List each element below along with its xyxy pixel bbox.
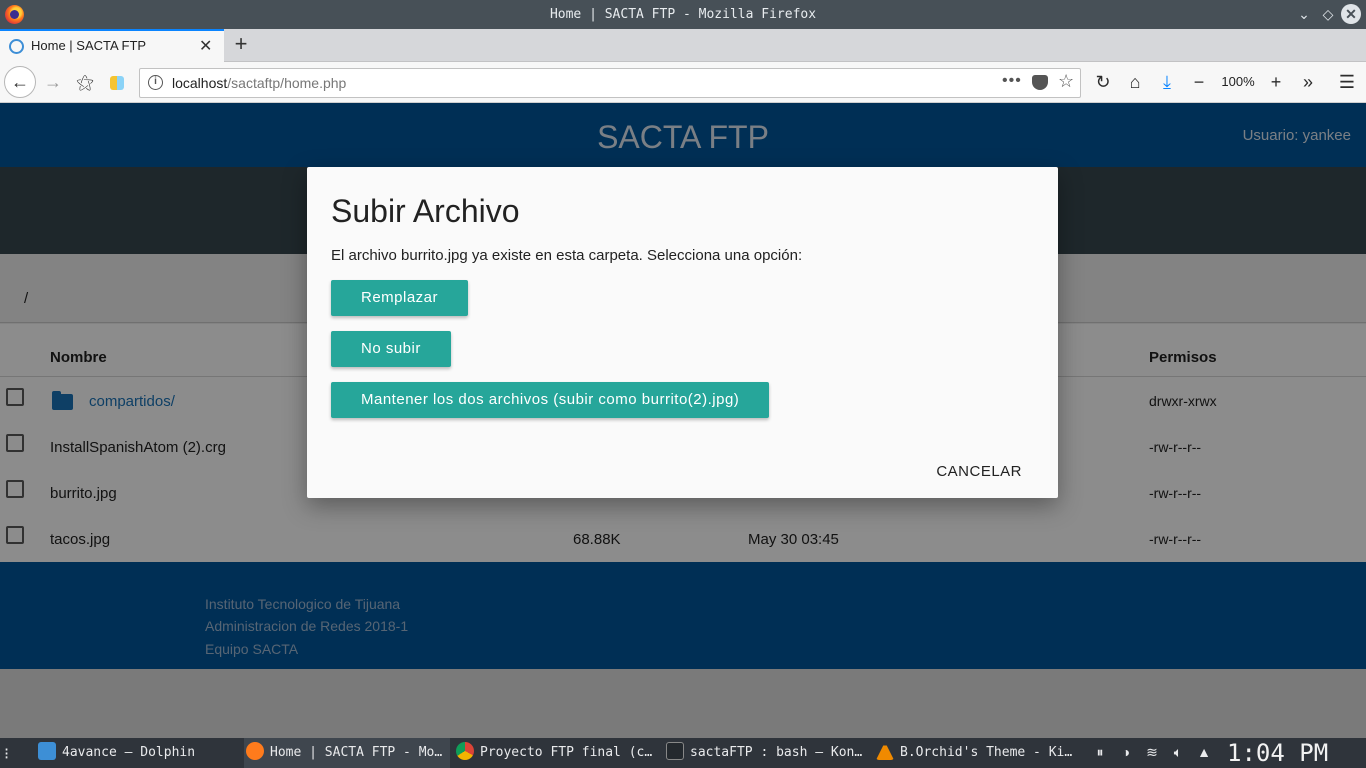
forward-button[interactable]: → (42, 71, 64, 93)
url-bar[interactable]: i localhost/sactaftp/home.php ••• ☆ (139, 68, 1081, 98)
pocket-icon[interactable] (1032, 75, 1048, 90)
dialog-message: El archivo burrito.jpg ya existe en esta… (331, 247, 803, 264)
chevron-down-icon[interactable]: ⌄ (1294, 4, 1314, 24)
star-icon[interactable]: ☆ (1058, 71, 1074, 92)
keep-both-button[interactable]: Mantener los dos archivos (subir como bu… (331, 382, 770, 418)
diamond-icon[interactable]: ◇ (1318, 4, 1338, 24)
tab-strip: Home | SACTA FTP ✕ + (0, 29, 1366, 62)
info-icon[interactable]: i (148, 75, 163, 90)
reload-icon[interactable]: ↻ (1092, 71, 1114, 93)
bookmarks-icon[interactable]: ⚝ (74, 71, 96, 93)
volume-icon[interactable]: 🔈︎ (1169, 744, 1187, 761)
zoom-in-icon[interactable]: + (1265, 71, 1287, 93)
task-chrome[interactable]: Proyecto FTP final (c… (454, 738, 660, 768)
page-actions-icon[interactable]: ••• (1002, 72, 1022, 90)
overflow-chevron-icon[interactable]: » (1297, 71, 1319, 93)
media-pause-icon[interactable]: ⏸ (1091, 744, 1109, 761)
zoom-out-icon[interactable]: − (1188, 71, 1210, 93)
app-launcher-icon[interactable]: ⁝ (4, 744, 9, 764)
page-blank-area (0, 669, 1366, 738)
tab-close-icon[interactable]: ✕ (199, 36, 212, 56)
taskbar: ⁝ 4avance — Dolphin Home | SACTA FTP - M… (0, 738, 1366, 768)
tab-title: Home | SACTA FTP (31, 38, 147, 53)
extension-icon[interactable] (106, 71, 128, 93)
window-titlebar: Home | SACTA FTP - Mozilla Firefox ⌄ ◇ ✕ (0, 0, 1366, 29)
url-text[interactable]: localhost/sactaftp/home.php (172, 75, 346, 91)
new-tab-button[interactable]: + (230, 31, 252, 57)
skip-upload-button[interactable]: No subir (331, 331, 451, 367)
close-icon[interactable]: ✕ (1341, 4, 1361, 24)
page-content: SACTA FTP Usuario: yankee / Nombre Permi… (0, 103, 1366, 707)
cancel-button[interactable]: CANCELAR (936, 463, 1022, 480)
download-icon[interactable]: ⤓ (1156, 71, 1178, 93)
clock[interactable]: 1:04 PM (1227, 738, 1328, 768)
task-firefox[interactable]: Home | SACTA FTP - Mo… (244, 738, 450, 768)
task-vlc[interactable]: B.Orchid's Theme - Ki… (874, 738, 1078, 768)
folder-icon (38, 742, 56, 760)
home-icon[interactable]: ⌂ (1124, 71, 1146, 93)
site-favicon-icon (9, 39, 24, 54)
menu-icon[interactable]: ☰ (1336, 71, 1358, 93)
vlc-icon (876, 742, 894, 760)
task-konsole[interactable]: sactaFTP : bash — Kon… (664, 738, 870, 768)
upload-conflict-dialog: Subir Archivo El archivo burrito.jpg ya … (307, 167, 1058, 498)
system-status-icon[interactable]: ◑ (1117, 744, 1135, 760)
window-title: Home | SACTA FTP - Mozilla Firefox (549, 7, 817, 22)
terminal-icon (666, 742, 684, 760)
wifi-icon[interactable]: ≋ (1143, 744, 1161, 761)
tab-home[interactable]: Home | SACTA FTP ✕ (0, 29, 224, 62)
nav-bar: ← → ⚝ i localhost/sactaftp/home.php ••• … (0, 62, 1366, 103)
task-dolphin[interactable]: 4avance — Dolphin (36, 738, 240, 768)
chrome-icon (456, 742, 474, 760)
replace-button[interactable]: Remplazar (331, 280, 469, 316)
firefox-icon (246, 742, 264, 760)
tray-expand-icon[interactable]: ▲ (1195, 744, 1213, 760)
dialog-title: Subir Archivo (331, 193, 520, 229)
back-button[interactable]: ← (4, 66, 36, 98)
zoom-level[interactable]: 100% (1217, 74, 1259, 89)
